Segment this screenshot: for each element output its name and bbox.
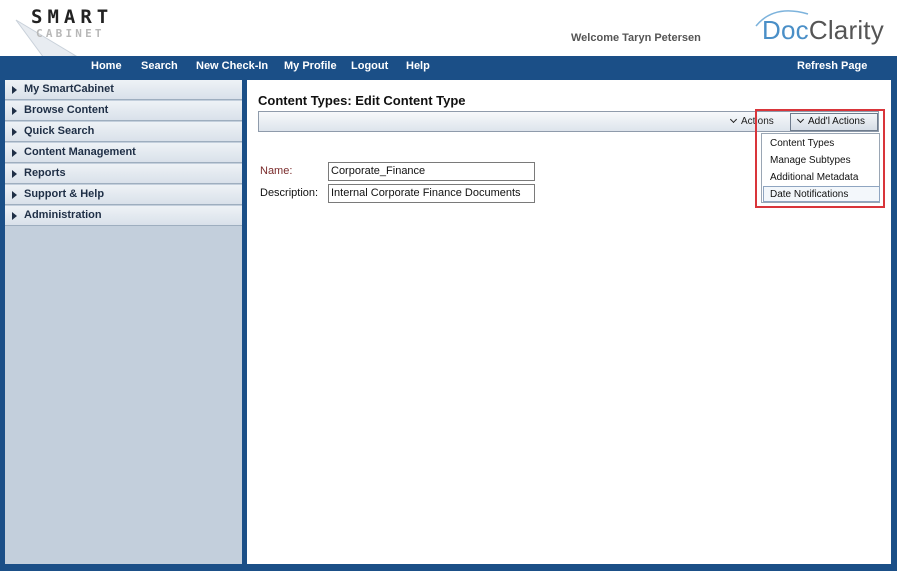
nav-search[interactable]: Search xyxy=(141,60,178,72)
name-input[interactable]: Corporate_Finance xyxy=(328,162,535,181)
header: SMART CABINET Welcome Taryn Petersen Doc… xyxy=(0,0,897,74)
description-input[interactable]: Internal Corporate Finance Documents xyxy=(328,184,535,203)
name-label: Name: xyxy=(260,165,293,177)
chevron-down-icon xyxy=(729,115,738,124)
brand-doc: Doc xyxy=(762,15,809,45)
sidebar-item-administration[interactable]: Administration xyxy=(5,206,242,226)
sidebar-item-label: Administration xyxy=(24,209,102,221)
sidebar-item-reports[interactable]: Reports xyxy=(5,164,242,184)
sidebar-item-browse-content[interactable]: Browse Content xyxy=(5,101,242,121)
logo-cabinet: CABINET xyxy=(36,27,105,40)
description-label: Description: xyxy=(260,187,319,199)
expand-arrow-icon xyxy=(12,170,17,178)
sidebar-item-label: My SmartCabinet xyxy=(24,83,114,95)
nav-help[interactable]: Help xyxy=(406,60,430,72)
sidebar-item-label: Support & Help xyxy=(24,188,105,200)
nav-home[interactable]: Home xyxy=(91,60,122,72)
expand-arrow-icon xyxy=(12,212,17,220)
nav-new-check-in[interactable]: New Check-In xyxy=(196,60,268,72)
sidebar-item-my-smartcabinet[interactable]: My SmartCabinet xyxy=(5,80,242,100)
nav-my-profile[interactable]: My Profile xyxy=(284,60,337,72)
logo-smart: SMART xyxy=(31,6,114,28)
sidebar-item-support-help[interactable]: Support & Help xyxy=(5,185,242,205)
sidebar-item-label: Reports xyxy=(24,167,66,179)
sidebar-item-quick-search[interactable]: Quick Search xyxy=(5,122,242,142)
sidebar: My SmartCabinet Browse Content Quick Sea… xyxy=(5,80,242,564)
sidebar-item-label: Quick Search xyxy=(24,125,95,137)
sidebar-item-content-management[interactable]: Content Management xyxy=(5,143,242,163)
nav-logout[interactable]: Logout xyxy=(351,60,388,72)
expand-arrow-icon xyxy=(12,107,17,115)
page-title: Content Types: Edit Content Type xyxy=(258,93,466,108)
app-window: SMART CABINET Welcome Taryn Petersen Doc… xyxy=(0,0,897,571)
refresh-page-link[interactable]: Refresh Page xyxy=(797,60,867,72)
brand-clarity: Clarity xyxy=(808,15,884,45)
sidebar-item-label: Content Management xyxy=(24,146,136,158)
expand-arrow-icon xyxy=(12,149,17,157)
brand-logo: DocClarity xyxy=(762,15,884,46)
expand-arrow-icon xyxy=(12,86,17,94)
annotation-highlight-box xyxy=(755,109,885,208)
welcome-message: Welcome Taryn Petersen xyxy=(571,32,701,44)
expand-arrow-icon xyxy=(12,128,17,136)
sidebar-item-label: Browse Content xyxy=(24,104,109,116)
expand-arrow-icon xyxy=(12,191,17,199)
